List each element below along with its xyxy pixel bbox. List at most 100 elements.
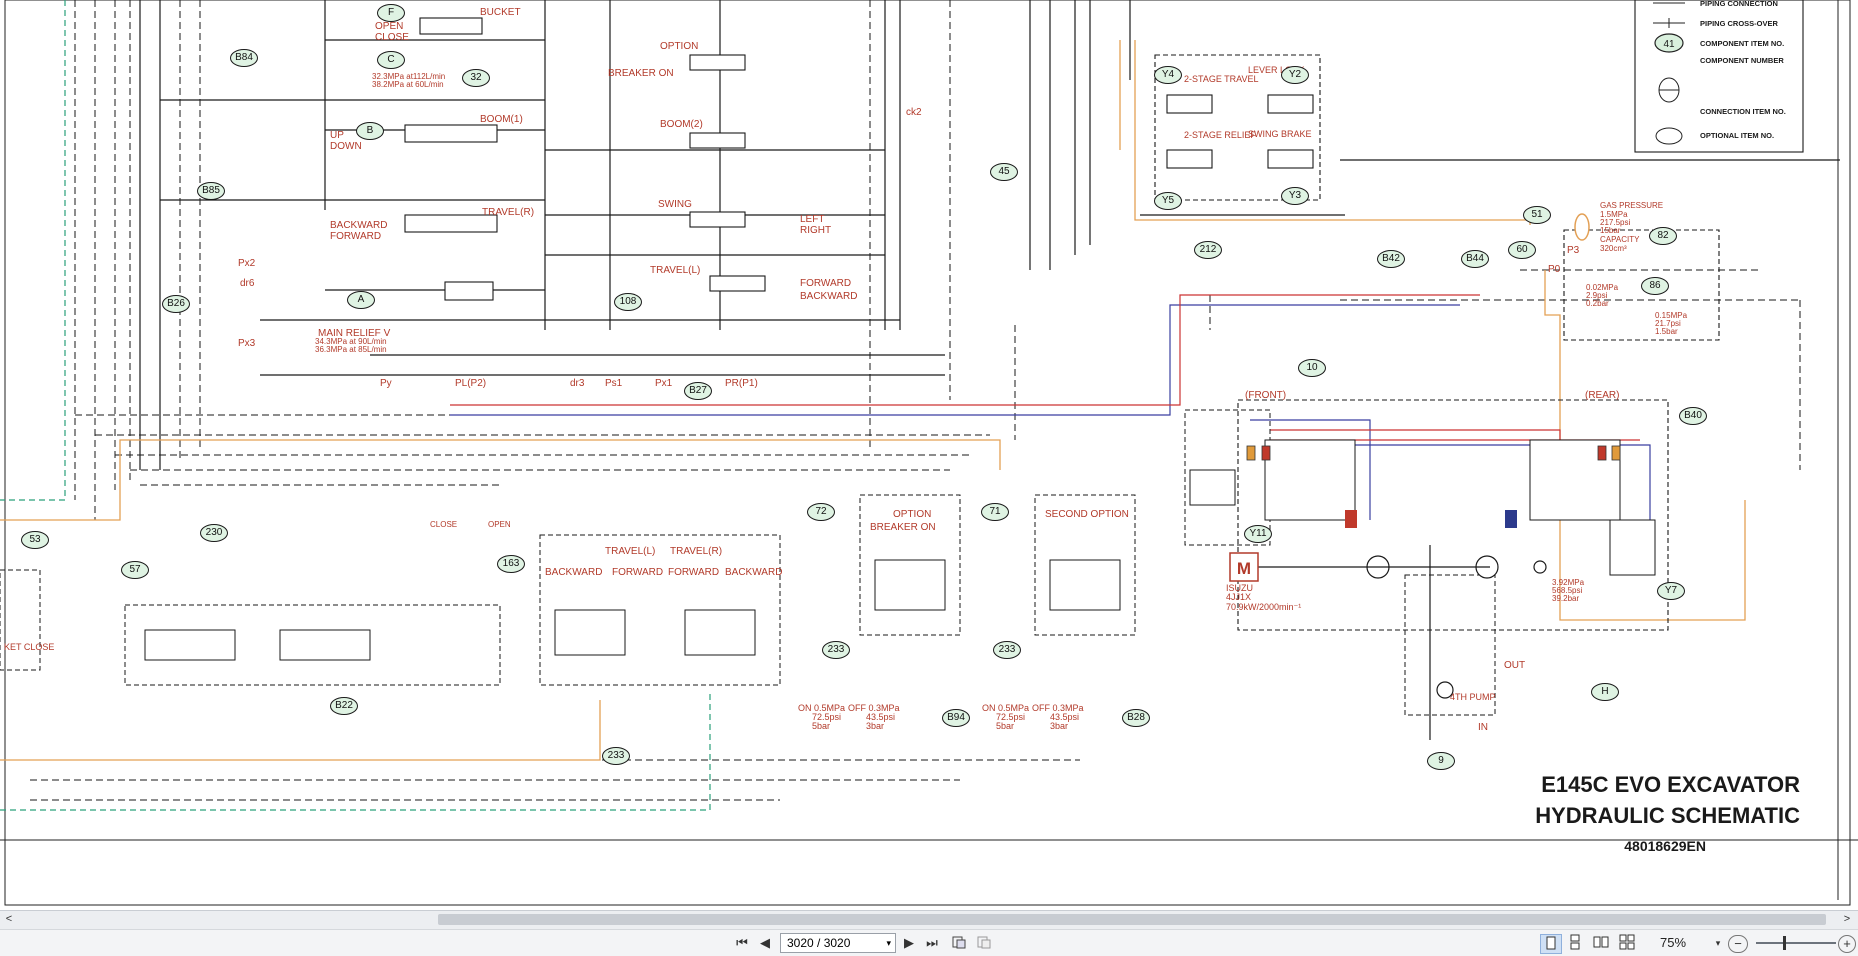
legend-connection-item: CONNECTION ITEM NO. <box>1700 107 1786 116</box>
label-breaker-on-2: BREAKER ON <box>870 522 936 533</box>
drawing-title-line1: E145C EVO EXCAVATOR <box>1541 772 1800 797</box>
component-badge-b22: B22 <box>330 697 358 715</box>
label-off-bar-2: 3bar <box>1050 721 1068 731</box>
zoom-slider-knob[interactable] <box>1783 936 1786 950</box>
prev-page-button[interactable]: ◀ <box>756 934 774 952</box>
two-page-view-icon[interactable] <box>1592 934 1610 952</box>
scroll-right-arrow[interactable]: > <box>1840 912 1854 927</box>
component-badge-b44: B44 <box>1461 250 1489 268</box>
zoom-dropdown-icon[interactable]: ▾ <box>1712 934 1724 952</box>
single-page-view-icon[interactable] <box>1540 934 1562 954</box>
label-rear: (REAR) <box>1585 390 1619 401</box>
zoom-in-button[interactable]: + <box>1838 935 1856 953</box>
label-capacity: CAPACITY <box>1600 235 1640 244</box>
label-v015-3: 1.5bar <box>1655 327 1678 336</box>
label-py: Py <box>380 378 392 389</box>
component-badge-y5: Y5 <box>1154 192 1182 210</box>
component-badge-b27: B27 <box>684 382 712 400</box>
drawing-doc-number: 48018629EN <box>1624 838 1706 854</box>
label-swing-brake: SWING BRAKE <box>1248 129 1312 139</box>
label-pl-p2: PL(P2) <box>455 378 486 389</box>
label-ck2: ck2 <box>906 107 922 118</box>
page-number-input[interactable]: 3020 / 3020 ▾ <box>780 933 896 953</box>
continuous-view-icon[interactable] <box>1566 934 1584 952</box>
next-page-button[interactable]: ▶ <box>900 934 918 952</box>
component-badge-57: 57 <box>121 561 149 579</box>
first-page-button[interactable]: ⏮ <box>732 934 752 952</box>
label-engine-power: 70.9kW/2000min⁻¹ <box>1226 602 1301 612</box>
label-p3: P3 <box>1567 245 1580 256</box>
label-px1: Px1 <box>655 378 673 389</box>
label-second-option: SECOND OPTION <box>1045 509 1129 520</box>
label-down: DOWN <box>330 141 362 152</box>
component-badge-c: C <box>377 51 405 69</box>
two-page-continuous-icon[interactable] <box>1618 934 1636 952</box>
drawing-title-line2: HYDRAULIC SCHEMATIC <box>1535 803 1800 828</box>
label-capacity-value: 320cm³ <box>1600 244 1627 253</box>
component-badge-71: 71 <box>981 503 1009 521</box>
label-close: CLOSE <box>375 32 409 43</box>
label-option: OPTION <box>660 41 698 52</box>
label-out: OUT <box>1504 660 1525 671</box>
component-badge-b84: B84 <box>230 49 258 67</box>
last-page-button[interactable]: ⏭ <box>922 934 942 952</box>
component-badge-32: 32 <box>462 69 490 87</box>
component-badge-45: 45 <box>990 163 1018 181</box>
legend-component-badge-text: 41 <box>1663 39 1675 50</box>
component-badge-233: 233 <box>993 641 1021 659</box>
component-badge-86: 86 <box>1641 277 1669 295</box>
component-badge-b42: B42 <box>1377 250 1405 268</box>
label-ket-close: KET CLOSE <box>4 642 54 652</box>
component-badge-b28: B28 <box>1122 709 1150 727</box>
horizontal-scrollbar[interactable]: < > <box>0 910 1858 930</box>
component-badge-163: 163 <box>497 555 525 573</box>
scrollbar-thumb[interactable] <box>438 914 1826 925</box>
label-v002-3: 0.2bar <box>1586 299 1609 308</box>
component-badge-h: H <box>1591 683 1619 701</box>
component-badge-b26: B26 <box>162 295 190 313</box>
component-badge-9: 9 <box>1427 752 1455 770</box>
component-badge-y11: Y11 <box>1244 525 1272 543</box>
label-gas-pressure: GAS PRESSURE <box>1600 201 1663 210</box>
component-badge-82: 82 <box>1649 227 1677 245</box>
label-forward-3: FORWARD <box>612 567 663 578</box>
label-pr-p1: PR(P1) <box>725 378 758 389</box>
component-badge-b94: B94 <box>942 709 970 727</box>
label-v392-3: 39.2bar <box>1552 594 1579 603</box>
component-badge-51: 51 <box>1523 206 1551 224</box>
component-badge-b85: B85 <box>197 182 225 200</box>
zoom-out-button[interactable]: − <box>1728 935 1748 953</box>
label-ps1: Ps1 <box>605 378 623 389</box>
legend-optional-item: OPTIONAL ITEM NO. <box>1700 131 1774 140</box>
component-badge-233: 233 <box>602 747 630 765</box>
label-on-bar-1: 5bar <box>812 721 830 731</box>
component-badge-b: B <box>356 122 384 140</box>
scroll-left-arrow[interactable]: < <box>2 912 16 927</box>
label-travel-r: TRAVEL(R) <box>482 207 534 218</box>
label-swing: SWING <box>658 199 692 210</box>
label-relief-2: 36.3MPa at 85L/min <box>315 345 387 354</box>
label-off-bar-1: 3bar <box>866 721 884 731</box>
label-backward-3: BACKWARD <box>545 567 602 578</box>
legend-component-item: COMPONENT ITEM NO. <box>1700 39 1784 48</box>
label-up: UP <box>330 130 344 141</box>
label-breaker-on: BREAKER ON <box>608 68 674 79</box>
motor-letter: M <box>1237 559 1251 578</box>
component-badge-b40: B40 <box>1679 407 1707 425</box>
component-badge-233: 233 <box>822 641 850 659</box>
zoom-slider[interactable] <box>1756 942 1836 944</box>
label-engine-model: 4JJ1X <box>1226 592 1251 602</box>
component-badge-108: 108 <box>614 293 642 311</box>
label-backward-2: BACKWARD <box>800 291 857 302</box>
goto-next-view-icon[interactable] <box>975 934 993 952</box>
goto-previous-view-icon[interactable] <box>950 934 968 952</box>
component-badge-72: 72 <box>807 503 835 521</box>
zoom-level[interactable]: 75% <box>1660 934 1686 952</box>
label-travel-l-2: TRAVEL(L) <box>605 546 655 557</box>
label-pressure-2: 38.2MPa at 60L/min <box>372 80 444 89</box>
component-badge-230: 230 <box>200 524 228 542</box>
page-dropdown-icon[interactable]: ▾ <box>886 934 891 952</box>
component-badge-y7: Y7 <box>1657 582 1685 600</box>
label-forward: FORWARD <box>330 231 381 242</box>
label-travel-l: TRAVEL(L) <box>650 265 700 276</box>
